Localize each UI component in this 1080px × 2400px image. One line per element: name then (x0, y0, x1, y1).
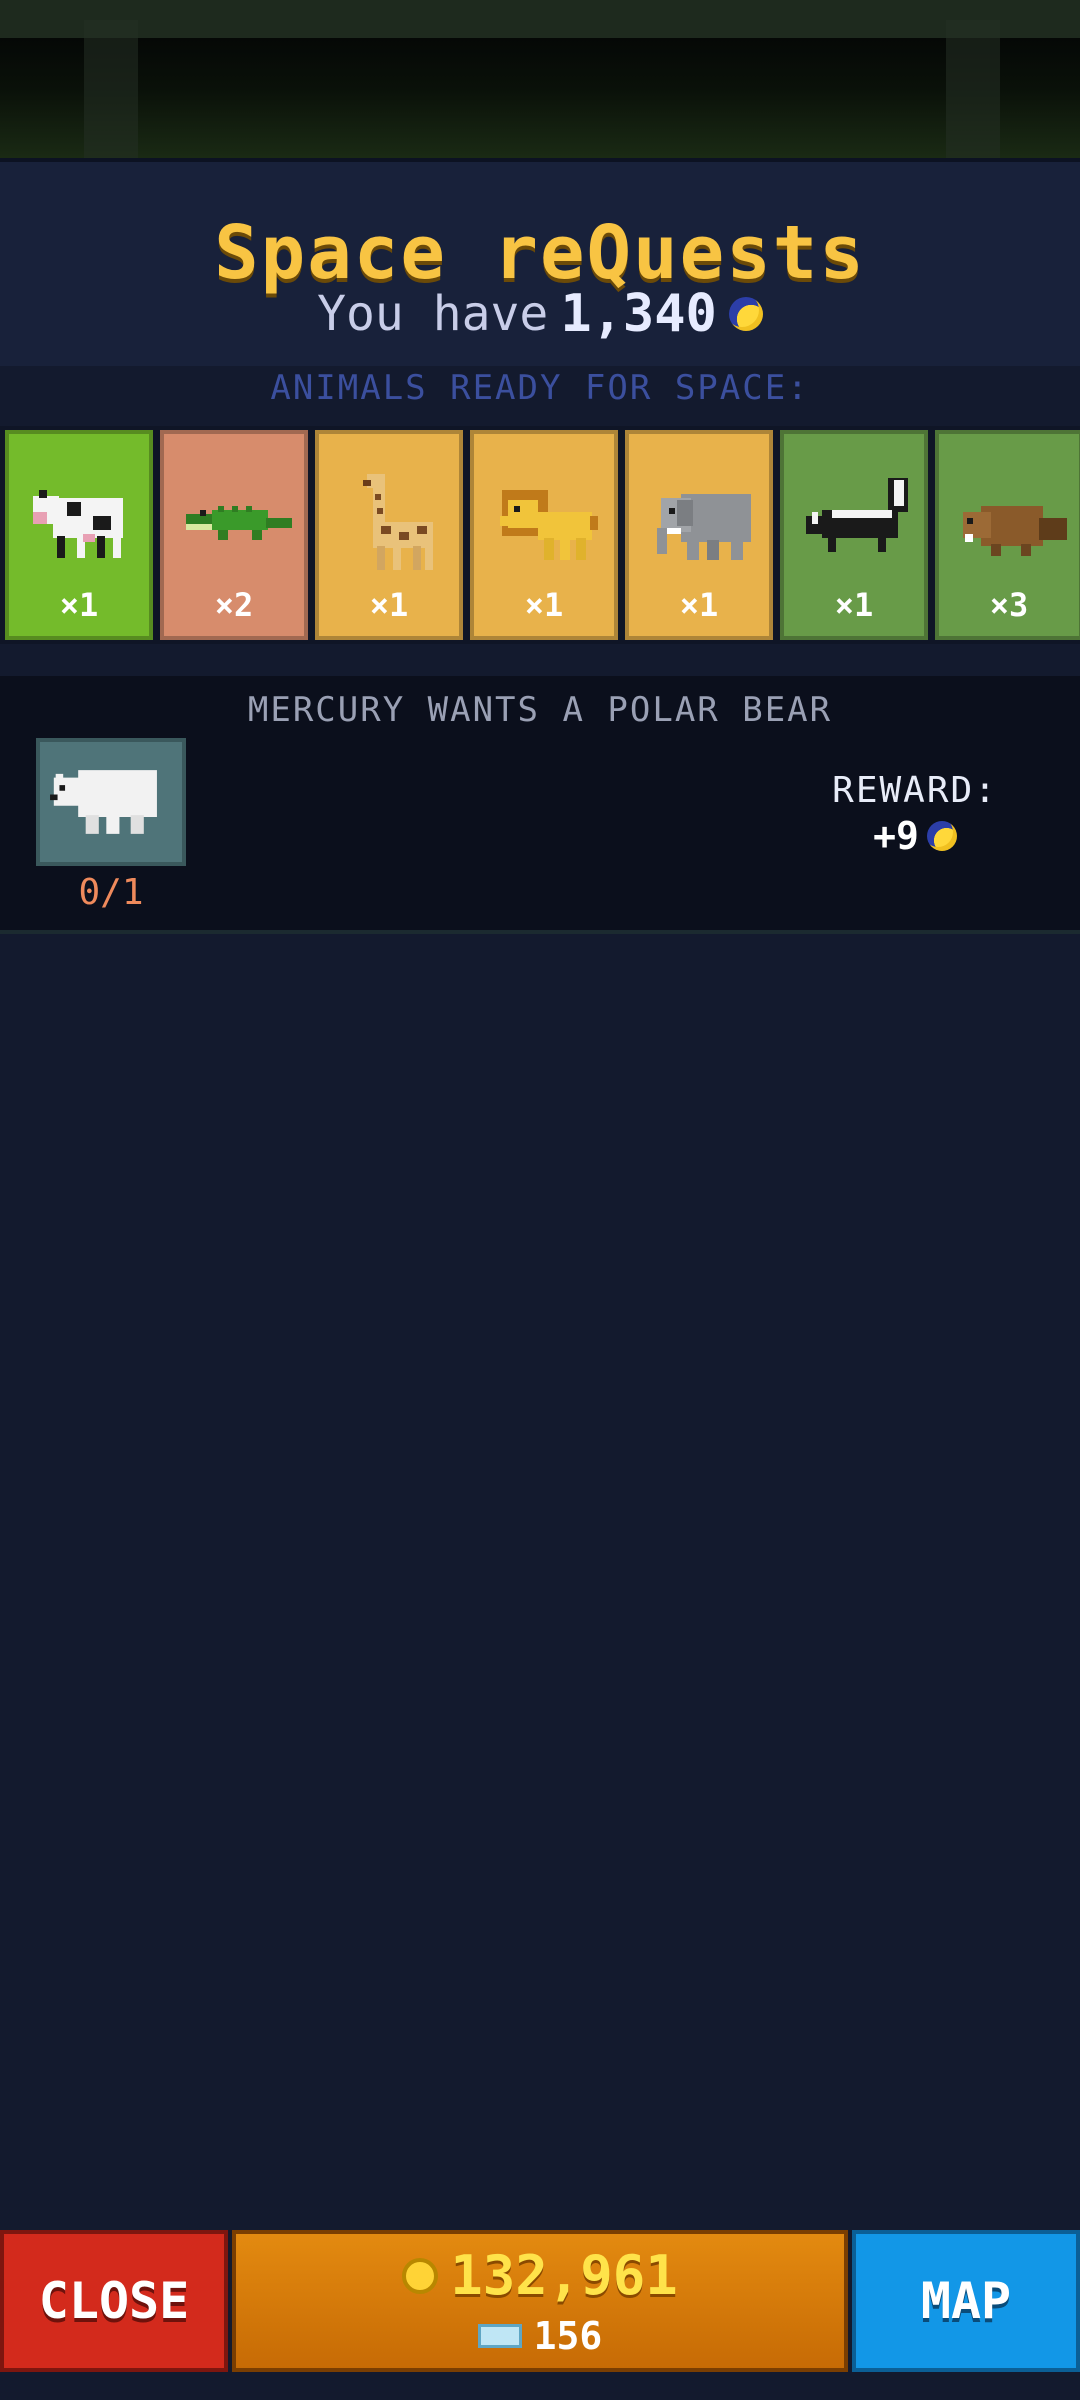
coins-row: 132,961 (236, 2244, 844, 2307)
crocodile-icon (186, 506, 292, 540)
space-requests-header: Space reQuests You have 1,340 (0, 158, 1080, 366)
bottom-bar: CLOSE 132,961 156 MAP (0, 2230, 1080, 2380)
wallet-display: 132,961 156 (232, 2230, 848, 2372)
scene-pillar-left (84, 20, 138, 158)
reward-row: +9 (800, 814, 1030, 858)
animal-card-giraffe[interactable]: ×1 (315, 430, 463, 640)
requested-animal-tile[interactable] (36, 738, 186, 866)
ticket-icon (477, 2324, 522, 2348)
elephant-icon (657, 494, 751, 560)
animal-count: ×2 (214, 586, 254, 624)
animal-card-skunk[interactable]: ×1 (780, 430, 928, 640)
animal-card-elephant[interactable]: ×1 (625, 430, 773, 640)
animal-card-beaver[interactable]: ×3 (935, 430, 1080, 640)
reward-label: REWARD: (832, 770, 998, 811)
animals-list: ×1 ×2 ×1 ×1 ×1 ×1 ×3 (0, 426, 1080, 644)
balance-value: 1,340 (560, 284, 717, 344)
giraffe-icon (363, 474, 433, 570)
scene-pillar-right (946, 20, 1000, 158)
animal-card-lion[interactable]: ×1 (470, 430, 618, 640)
animal-count: ×1 (59, 586, 99, 624)
animal-card-crocodile[interactable]: ×2 (160, 430, 308, 640)
lion-icon (500, 490, 598, 560)
balance-row: You have 1,340 (0, 284, 1080, 344)
request-panel: MERCURY WANTS A POLAR BEAR 0/1 REWARD: +… (0, 676, 1080, 934)
animal-card-cow[interactable]: ×1 (5, 430, 153, 640)
animal-count: ×1 (679, 586, 719, 624)
game-scene-background (0, 0, 1080, 158)
gems-value: 156 (533, 2314, 603, 2358)
coins-value: 132,961 (450, 2244, 678, 2307)
request-progress: 0/1 (78, 872, 144, 913)
map-button[interactable]: MAP (852, 2230, 1080, 2372)
reward-value: +9 (873, 814, 919, 858)
animal-count: ×1 (369, 586, 409, 624)
animal-count: ×1 (524, 586, 564, 624)
animals-section-label: ANIMALS READY FOR SPACE: (270, 368, 810, 408)
beaver-icon (963, 506, 1067, 556)
skunk-icon (806, 478, 908, 552)
moon-icon (728, 297, 763, 331)
moon-icon (926, 821, 957, 851)
balance-label: You have (317, 286, 549, 342)
gems-row: 156 (236, 2314, 844, 2358)
animal-count: ×3 (989, 586, 1029, 624)
screen: Space reQuests You have 1,340 ANIMALS RE… (0, 0, 1080, 2400)
request-title: MERCURY WANTS A POLAR BEAR (247, 690, 833, 730)
polar-bear-icon (50, 770, 157, 834)
animal-count: ×1 (834, 586, 874, 624)
close-button[interactable]: CLOSE (0, 2230, 228, 2372)
cow-icon (33, 490, 123, 558)
coin-icon (402, 2257, 439, 2294)
